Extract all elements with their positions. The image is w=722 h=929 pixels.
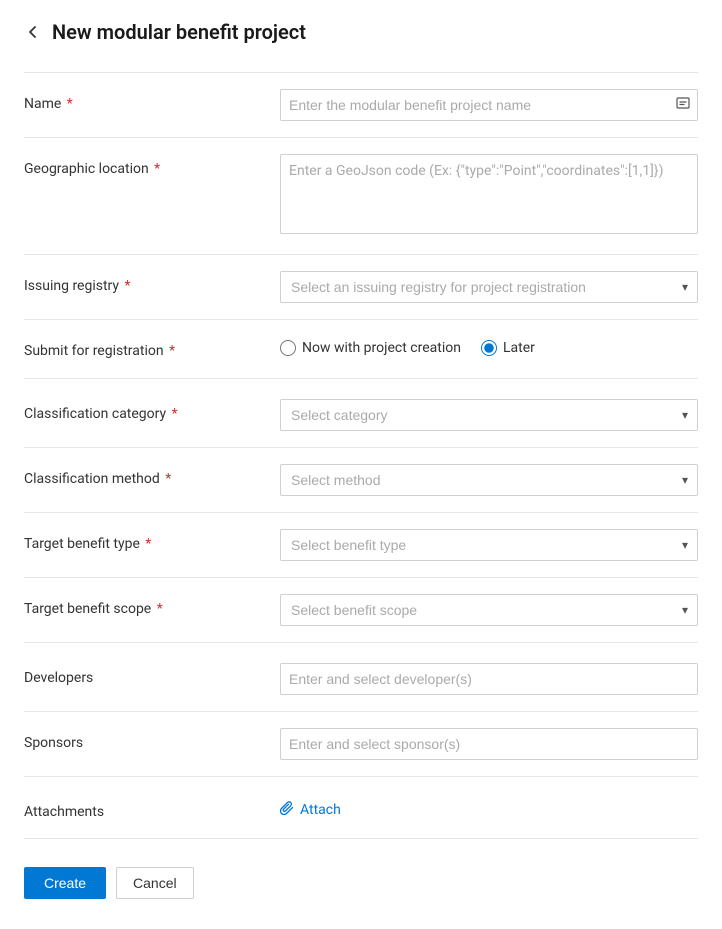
benefit-type-select-wrapper: Select benefit type ▾ [280,529,698,561]
required-indicator: * [121,278,131,294]
geo-label: Geographic location * [24,154,264,180]
class-method-select[interactable]: Select method [280,464,698,496]
issuing-label: Issuing registry * [24,271,264,297]
back-button[interactable] [24,23,42,41]
cancel-button[interactable]: Cancel [116,867,194,899]
radio-now-label: Now with project creation [302,340,461,356]
benefit-type-select[interactable]: Select benefit type [280,529,698,561]
class-cat-row: Classification category * Select categor… [24,383,698,448]
sponsors-control [280,728,698,760]
developers-control [280,663,698,695]
sponsors-input[interactable] [280,728,698,760]
required-indicator: * [153,601,163,617]
name-row: Name * [24,73,698,138]
benefit-scope-control: Select benefit scope ▾ [280,594,698,626]
class-method-select-wrapper: Select method ▾ [280,464,698,496]
radio-option-later[interactable]: Later [481,340,535,356]
name-control [280,89,698,121]
page-title: New modular benefit project [52,20,306,44]
sponsors-row: Sponsors [24,712,698,777]
issuing-row: Issuing registry * Select an issuing reg… [24,255,698,320]
submit-row: Submit for registration * Now with proje… [24,320,698,379]
developers-label: Developers [24,663,264,689]
sponsors-label: Sponsors [24,728,264,754]
paperclip-icon [280,801,294,819]
benefit-type-row: Target benefit type * Select benefit typ… [24,513,698,578]
class-cat-control: Select category ▾ [280,399,698,431]
name-input[interactable] [280,89,698,121]
benefit-type-label: Target benefit type * [24,529,264,555]
class-cat-select-wrapper: Select category ▾ [280,399,698,431]
required-indicator: * [142,536,152,552]
geo-control [280,154,698,238]
required-indicator: * [168,406,178,422]
developers-input[interactable] [280,663,698,695]
radio-later-label: Later [503,340,535,356]
required-indicator: * [63,96,73,112]
required-indicator: * [162,471,172,487]
name-input-wrap [280,89,698,121]
create-button[interactable]: Create [24,867,106,899]
radio-later[interactable] [481,340,497,356]
required-indicator: * [166,343,176,359]
submit-control: Now with project creation Later [280,336,698,356]
benefit-scope-label: Target benefit scope * [24,594,264,620]
attachments-control: Attach [280,797,698,819]
benefit-scope-row: Target benefit scope * Select benefit sc… [24,578,698,643]
attachments-label: Attachments [24,797,264,823]
footer-actions: Create Cancel [24,867,698,899]
developers-row: Developers [24,647,698,712]
class-cat-label: Classification category * [24,399,264,425]
page-header: New modular benefit project [24,20,698,44]
class-cat-select[interactable]: Select category [280,399,698,431]
class-method-control: Select method ▾ [280,464,698,496]
geo-row: Geographic location * [24,138,698,255]
benefit-type-control: Select benefit type ▾ [280,529,698,561]
attach-button[interactable]: Attach [300,802,341,818]
radio-option-now[interactable]: Now with project creation [280,340,461,356]
issuing-control: Select an issuing registry for project r… [280,271,698,303]
benefit-scope-select[interactable]: Select benefit scope [280,594,698,626]
benefit-scope-select-wrapper: Select benefit scope ▾ [280,594,698,626]
issuing-select-wrapper: Select an issuing registry for project r… [280,271,698,303]
name-label: Name * [24,89,264,115]
form-section: Name * Geographic location * Iss [24,72,698,839]
geo-textarea[interactable] [280,154,698,234]
radio-now[interactable] [280,340,296,356]
class-method-label: Classification method * [24,464,264,490]
attachments-row: Attachments Attach [24,781,698,840]
issuing-select[interactable]: Select an issuing registry for project r… [280,271,698,303]
attach-section: Attach [280,797,698,819]
radio-group: Now with project creation Later [280,336,698,356]
required-indicator: * [151,161,161,177]
submit-label: Submit for registration * [24,336,264,362]
class-method-row: Classification method * Select method ▾ [24,448,698,513]
